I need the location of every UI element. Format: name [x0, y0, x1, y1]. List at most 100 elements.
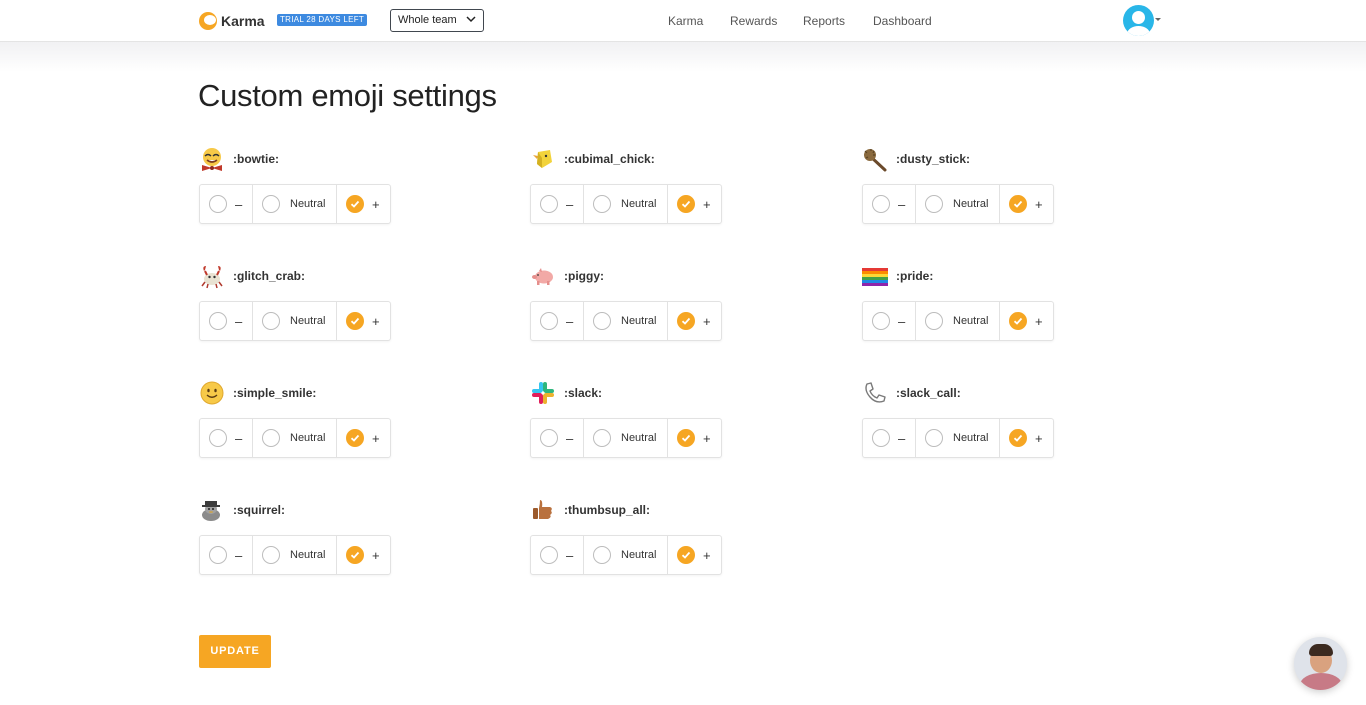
- neutral-option[interactable]: Neutral: [583, 302, 667, 340]
- radio-checked-icon[interactable]: [346, 546, 364, 564]
- radio-unchecked-icon[interactable]: [209, 429, 227, 447]
- positive-option[interactable]: +: [999, 185, 1053, 223]
- radio-checked-icon[interactable]: [677, 429, 695, 447]
- radio-unchecked-icon[interactable]: [540, 312, 558, 330]
- radio-unchecked-icon[interactable]: [209, 312, 227, 330]
- avatar-body: [1127, 26, 1150, 36]
- radio-checked-icon[interactable]: [677, 195, 695, 213]
- positive-label: +: [372, 313, 380, 329]
- nav-link-reports[interactable]: Reports: [803, 14, 845, 28]
- support-chat-avatar[interactable]: [1294, 637, 1347, 690]
- neutral-option[interactable]: Neutral: [915, 185, 999, 223]
- positive-option[interactable]: +: [336, 419, 390, 457]
- avatar-head: [1132, 11, 1145, 24]
- squirrel-emoji-icon: [199, 497, 225, 523]
- radio-unchecked-icon[interactable]: [925, 312, 943, 330]
- negative-option[interactable]: –: [531, 185, 583, 223]
- neutral-option[interactable]: Neutral: [915, 302, 999, 340]
- neutral-option[interactable]: Neutral: [252, 302, 336, 340]
- nav-link-dashboard[interactable]: Dashboard: [873, 14, 932, 28]
- emoji-name: :slack:: [564, 386, 603, 400]
- radio-checked-icon[interactable]: [677, 312, 695, 330]
- negative-option[interactable]: –: [863, 185, 915, 223]
- radio-unchecked-icon[interactable]: [540, 429, 558, 447]
- radio-checked-icon[interactable]: [346, 429, 364, 447]
- radio-unchecked-icon[interactable]: [540, 546, 558, 564]
- positive-option[interactable]: +: [999, 419, 1053, 457]
- emoji-name: :glitch_crab:: [233, 269, 306, 283]
- negative-option[interactable]: –: [200, 185, 252, 223]
- checkmark-icon: [350, 551, 360, 559]
- negative-option[interactable]: –: [531, 536, 583, 574]
- positive-option[interactable]: +: [667, 302, 721, 340]
- neutral-option[interactable]: Neutral: [252, 536, 336, 574]
- emoji-name: :thumbsup_all:: [564, 503, 650, 517]
- radio-unchecked-icon[interactable]: [872, 312, 890, 330]
- radio-checked-icon[interactable]: [346, 312, 364, 330]
- positive-option[interactable]: +: [667, 185, 721, 223]
- positive-option[interactable]: +: [999, 302, 1053, 340]
- nav-link-karma[interactable]: Karma: [668, 14, 703, 28]
- radio-unchecked-icon[interactable]: [872, 429, 890, 447]
- negative-option[interactable]: –: [863, 302, 915, 340]
- radio-checked-icon[interactable]: [346, 195, 364, 213]
- radio-unchecked-icon[interactable]: [262, 312, 280, 330]
- positive-option[interactable]: +: [667, 419, 721, 457]
- radio-unchecked-icon[interactable]: [262, 546, 280, 564]
- emoji-name: :bowtie:: [233, 152, 279, 166]
- emoji-setting-squirrel: :squirrel: – Neutral +: [199, 496, 399, 586]
- sentiment-selector: – Neutral +: [199, 184, 391, 224]
- radio-unchecked-icon[interactable]: [262, 429, 280, 447]
- user-avatar-icon[interactable]: [1123, 5, 1154, 36]
- header-shadow: [0, 42, 1366, 72]
- user-menu-caret-icon[interactable]: [1155, 18, 1161, 21]
- negative-option[interactable]: –: [200, 536, 252, 574]
- negative-option[interactable]: –: [531, 302, 583, 340]
- radio-checked-icon[interactable]: [677, 546, 695, 564]
- neutral-option[interactable]: Neutral: [252, 185, 336, 223]
- radio-unchecked-icon[interactable]: [593, 312, 611, 330]
- radio-unchecked-icon[interactable]: [540, 195, 558, 213]
- radio-unchecked-icon[interactable]: [925, 195, 943, 213]
- negative-label: –: [898, 313, 906, 329]
- emoji-header: :dusty_stick:: [862, 145, 970, 173]
- emoji-name: :slack_call:: [896, 386, 961, 400]
- radio-unchecked-icon[interactable]: [593, 195, 611, 213]
- radio-unchecked-icon[interactable]: [209, 546, 227, 564]
- neutral-option[interactable]: Neutral: [583, 536, 667, 574]
- negative-option[interactable]: –: [200, 302, 252, 340]
- negative-option[interactable]: –: [531, 419, 583, 457]
- positive-option[interactable]: +: [667, 536, 721, 574]
- radio-unchecked-icon[interactable]: [593, 429, 611, 447]
- radio-unchecked-icon[interactable]: [209, 195, 227, 213]
- sentiment-selector: – Neutral +: [530, 535, 722, 575]
- brand-logo-link[interactable]: Karma: [199, 11, 265, 31]
- team-select[interactable]: Whole team: [390, 9, 484, 32]
- radio-checked-icon[interactable]: [1009, 312, 1027, 330]
- avatar-shirt: [1300, 673, 1342, 690]
- pride-flag-emoji-icon: [862, 263, 888, 289]
- negative-option[interactable]: –: [200, 419, 252, 457]
- sentiment-selector: – Neutral +: [862, 184, 1054, 224]
- negative-option[interactable]: –: [863, 419, 915, 457]
- update-button[interactable]: UPDATE: [199, 635, 271, 668]
- radio-unchecked-icon[interactable]: [262, 195, 280, 213]
- positive-option[interactable]: +: [336, 536, 390, 574]
- neutral-option[interactable]: Neutral: [915, 419, 999, 457]
- radio-unchecked-icon[interactable]: [593, 546, 611, 564]
- neutral-option[interactable]: Neutral: [252, 419, 336, 457]
- radio-unchecked-icon[interactable]: [925, 429, 943, 447]
- chevron-down-icon: [466, 16, 476, 23]
- radio-unchecked-icon[interactable]: [872, 195, 890, 213]
- radio-checked-icon[interactable]: [1009, 195, 1027, 213]
- positive-option[interactable]: +: [336, 302, 390, 340]
- sentiment-selector: – Neutral +: [862, 418, 1054, 458]
- nav-link-rewards[interactable]: Rewards: [730, 14, 777, 28]
- neutral-label: Neutral: [621, 432, 657, 444]
- radio-checked-icon[interactable]: [1009, 429, 1027, 447]
- emoji-header: :slack:: [530, 379, 602, 407]
- negative-label: –: [235, 196, 243, 212]
- neutral-option[interactable]: Neutral: [583, 185, 667, 223]
- positive-option[interactable]: +: [336, 185, 390, 223]
- neutral-option[interactable]: Neutral: [583, 419, 667, 457]
